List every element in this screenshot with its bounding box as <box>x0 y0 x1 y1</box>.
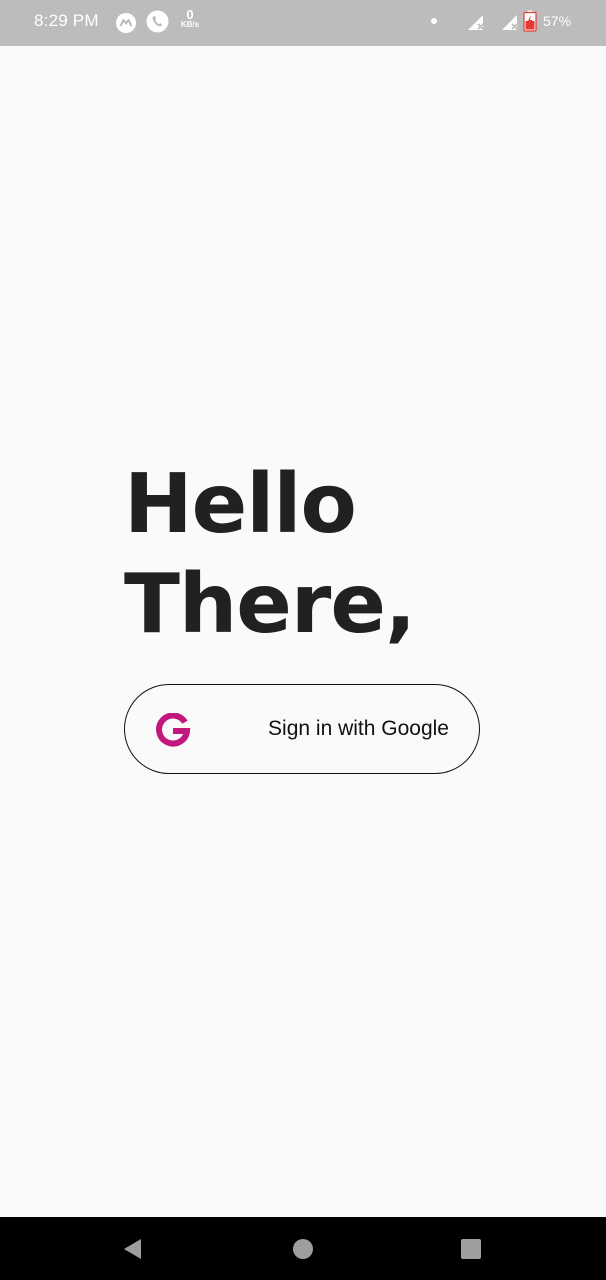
greeting-line-1: Hello <box>124 457 357 552</box>
home-icon <box>293 1238 313 1259</box>
signal-icon-1 <box>468 15 484 30</box>
back-icon <box>124 1238 141 1259</box>
status-bar: 8:29 PM 0 KB/s 57% <box>0 0 606 46</box>
greeting-title: Hello There, <box>124 455 416 655</box>
signal-icon-2 <box>502 15 518 30</box>
navigation-bar <box>0 1217 606 1280</box>
google-sign-in-button[interactable]: Sign in with Google <box>124 684 480 774</box>
net-speed-indicator: 0 KB/s <box>178 8 202 29</box>
messenger-icon <box>116 13 136 33</box>
greeting-line-2: There, <box>124 557 416 652</box>
battery-percent: 57% <box>543 13 572 29</box>
recents-icon <box>461 1238 481 1259</box>
net-speed-unit: KB/s <box>180 20 200 29</box>
battery-charging-icon <box>523 10 537 32</box>
home-button[interactable] <box>263 1217 343 1280</box>
phone-call-icon <box>146 10 169 33</box>
recents-button[interactable] <box>431 1217 511 1280</box>
back-button[interactable] <box>93 1217 173 1280</box>
sign-in-label: Sign in with Google <box>268 717 449 740</box>
status-time: 8:29 PM <box>34 11 99 30</box>
google-g-icon <box>156 713 191 747</box>
dot-icon <box>431 18 437 24</box>
